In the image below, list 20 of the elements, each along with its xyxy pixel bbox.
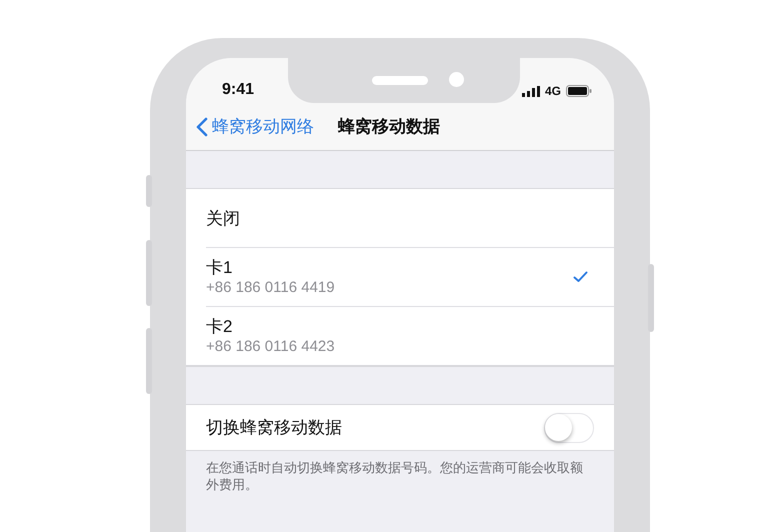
option-row[interactable]: 卡2 +86 186 0116 4423 xyxy=(206,307,614,365)
back-chevron-icon xyxy=(196,116,208,136)
speaker-icon xyxy=(372,76,428,85)
option-title: 卡1 xyxy=(206,257,234,278)
back-button[interactable]: 蜂窝移动网络 xyxy=(196,115,314,138)
network-label: 4G xyxy=(544,84,561,98)
camera-icon xyxy=(449,72,464,87)
option-title: 卡2 xyxy=(206,316,234,337)
option-row[interactable]: 关闭 xyxy=(206,189,614,248)
phone-number: +86 186 0116 4419 xyxy=(206,278,335,297)
signal-icon xyxy=(522,86,540,96)
option-title: 关闭 xyxy=(206,208,240,228)
toggle-switch[interactable] xyxy=(544,412,594,442)
option-row[interactable]: 卡1 +86 186 0116 4419 xyxy=(206,248,614,307)
footer-note: 在您通话时自动切换蜂窝移动数据号码。您的运营商可能会收取额外费用。 xyxy=(206,459,584,493)
battery-icon xyxy=(566,85,592,97)
setting-label: 切换蜂窝移动数据 xyxy=(206,417,342,439)
page-title: 蜂窝移动数据 xyxy=(338,116,440,138)
clock-time: 9:41 xyxy=(222,81,254,100)
phone-number: +86 186 0116 4423 xyxy=(206,337,335,356)
